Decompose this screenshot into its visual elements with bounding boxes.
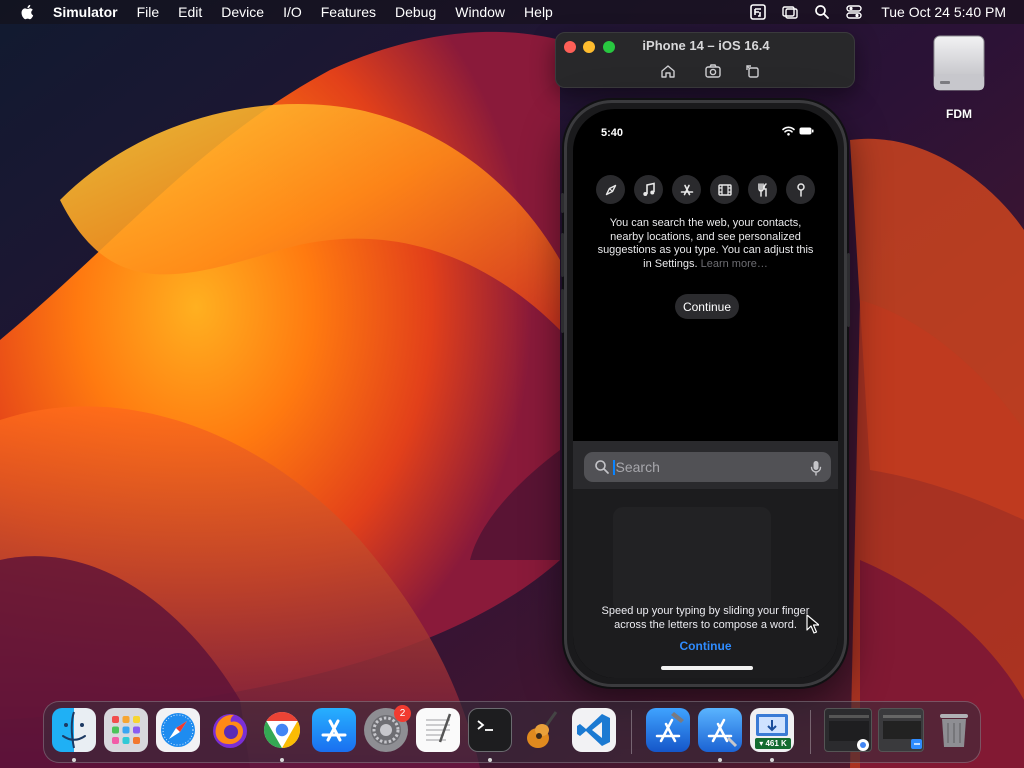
text-cursor — [613, 459, 615, 475]
screenshot-icon[interactable] — [704, 62, 722, 80]
finder-icon[interactable] — [52, 708, 96, 752]
safari-icon — [596, 175, 625, 204]
home-icon[interactable] — [659, 62, 677, 80]
swipe-continue-button[interactable]: Continue — [573, 639, 838, 653]
volume-down-button[interactable] — [561, 289, 564, 333]
swipe-typing-illustration — [613, 507, 771, 612]
spotlight-intro-text: You can search the web, your contacts, n… — [593, 217, 818, 271]
terminal-running-indicator — [488, 758, 492, 762]
menu-debug[interactable]: Debug — [395, 4, 436, 20]
search-icon — [595, 460, 609, 474]
status-bar-indicators — [782, 126, 814, 136]
system-settings-icon[interactable]: 2 — [364, 705, 411, 752]
menu-io[interactable]: I/O — [283, 4, 302, 20]
vscode-icon[interactable] — [572, 708, 616, 752]
status-bar-time: 5:40 — [601, 127, 624, 139]
action-button[interactable] — [561, 193, 564, 213]
learn-more-link[interactable]: Learn more… — [701, 258, 768, 270]
fdm-speed-indicator: ▾ 461 K — [755, 738, 791, 749]
wifi-icon — [782, 126, 795, 136]
suggestion-app-icons — [573, 175, 838, 204]
simulator-running-indicator — [718, 758, 722, 762]
maps-pin-icon — [786, 175, 815, 204]
rotate-icon[interactable] — [744, 62, 762, 80]
trash-icon[interactable] — [932, 708, 976, 752]
microphone-icon[interactable] — [809, 460, 823, 476]
music-icon — [634, 175, 663, 204]
swipe-typing-description: Speed up your typing by sliding your fin… — [601, 605, 810, 631]
mouse-pointer-icon — [806, 614, 819, 634]
app-menu-simulator[interactable]: Simulator — [53, 4, 118, 20]
fdm-menubar-icon[interactable] — [749, 3, 767, 21]
menu-help[interactable]: Help — [524, 4, 553, 20]
terminal-icon[interactable] — [468, 708, 512, 752]
garageband-icon[interactable] — [520, 708, 564, 752]
safari-dock-icon[interactable] — [156, 708, 200, 752]
desktop-wallpaper — [0, 0, 1024, 768]
dock-separator — [631, 710, 632, 754]
menu-window[interactable]: Window — [455, 4, 505, 20]
chrome-window-icon[interactable] — [824, 708, 872, 752]
simulator-window-titlebar[interactable]: iPhone 14 – iOS 16.4 — [555, 32, 855, 88]
app-store-icon — [672, 175, 701, 204]
desktop-drive-label: FDM — [946, 107, 972, 121]
search-field[interactable] — [584, 452, 831, 482]
control-center-icon[interactable] — [845, 3, 863, 21]
chrome-running-indicator — [280, 758, 284, 762]
home-indicator[interactable] — [661, 666, 753, 670]
apple-menu-icon[interactable] — [19, 3, 37, 21]
external-drive-icon — [933, 35, 985, 91]
dock: 2 ▾ 461 K — [43, 701, 981, 763]
fdm-running-indicator — [770, 758, 774, 762]
chrome-icon[interactable] — [260, 708, 304, 752]
menubar-clock[interactable]: Tue Oct 24 5:40 PM — [881, 4, 1006, 20]
launchpad-icon[interactable] — [104, 708, 148, 752]
film-icon — [710, 175, 739, 204]
screen-mirroring-icon[interactable] — [781, 3, 799, 21]
xcode-icon[interactable] — [646, 708, 690, 752]
power-button[interactable] — [847, 253, 850, 327]
volume-up-button[interactable] — [561, 233, 564, 277]
spotlight-search-icon[interactable] — [813, 3, 831, 21]
battery-icon — [799, 127, 814, 135]
menu-file[interactable]: File — [137, 4, 160, 20]
fdm-download-icon[interactable]: ▾ 461 K — [750, 708, 794, 752]
phone-screen[interactable]: 5:40 You can search the web, your contac… — [573, 109, 838, 678]
simulator-window-title: iPhone 14 – iOS 16.4 — [642, 38, 770, 53]
iphone-simulator-device: 5:40 You can search the web, your contac… — [561, 100, 850, 687]
dock-separator-2 — [810, 710, 811, 754]
food-icon — [748, 175, 777, 204]
continue-button[interactable]: Continue — [675, 294, 739, 319]
textedit-icon[interactable] — [416, 708, 460, 752]
finder-window-icon[interactable] — [878, 708, 924, 752]
menu-edit[interactable]: Edit — [178, 4, 202, 20]
search-bar-panel — [573, 441, 838, 489]
app-store-dock-icon[interactable] — [312, 708, 356, 752]
menu-device[interactable]: Device — [221, 4, 264, 20]
menu-bar: Simulator File Edit Device I/O Features … — [0, 0, 1024, 24]
keyboard-onboarding-area: Speed up your typing by sliding your fin… — [573, 489, 838, 678]
search-input[interactable] — [615, 459, 796, 475]
desktop-drive-fdm[interactable]: FDM — [926, 34, 992, 121]
finder-running-indicator — [72, 758, 76, 762]
firefox-icon[interactable] — [208, 708, 252, 752]
xcode-instruments-icon[interactable] — [698, 708, 742, 752]
menu-features[interactable]: Features — [321, 4, 376, 20]
settings-notification-badge: 2 — [394, 705, 411, 722]
